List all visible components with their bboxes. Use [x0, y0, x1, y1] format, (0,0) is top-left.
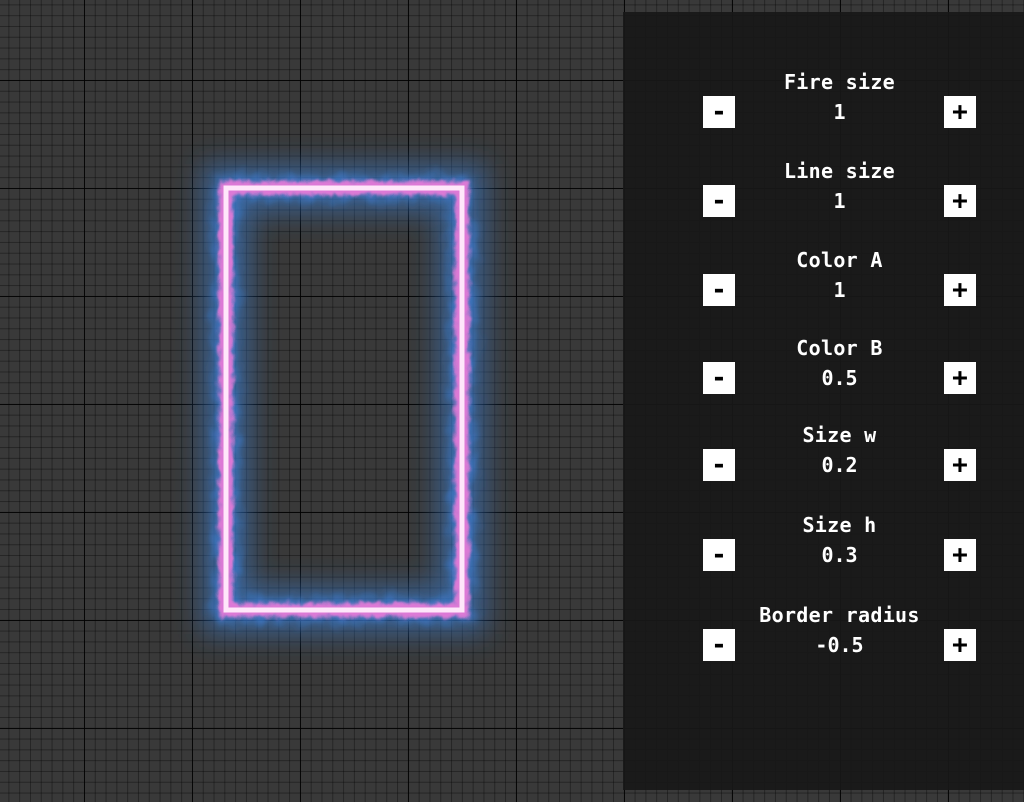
- control-size-w: Size w - 0.2 +: [703, 423, 976, 483]
- control-value: -0.5: [815, 633, 864, 657]
- control-value: 1: [833, 100, 846, 124]
- control-label: Color A: [796, 248, 883, 272]
- increase-button[interactable]: +: [944, 96, 976, 128]
- control-size-h: Size h - 0.3 +: [703, 513, 976, 573]
- increase-button[interactable]: +: [944, 449, 976, 481]
- control-line-size: Line size - 1 +: [703, 159, 976, 219]
- decrease-button[interactable]: -: [703, 274, 735, 306]
- decrease-button[interactable]: -: [703, 185, 735, 217]
- control-color-b: Color B - 0.5 +: [703, 336, 976, 396]
- control-value: 0.3: [821, 543, 858, 567]
- control-value: 1: [833, 278, 846, 302]
- decrease-button[interactable]: -: [703, 629, 735, 661]
- control-label: Fire size: [783, 70, 896, 94]
- increase-button[interactable]: +: [944, 185, 976, 217]
- control-label: Line size: [783, 159, 896, 183]
- outer-blue-glow: [202, 164, 486, 634]
- decrease-button[interactable]: -: [703, 449, 735, 481]
- increase-button[interactable]: +: [944, 539, 976, 571]
- bright-core-line: [223, 185, 465, 613]
- control-value: 1: [833, 189, 846, 213]
- settings-panel: Fire size - 1 + Line size - 1 + Color A …: [623, 12, 1024, 790]
- increase-button[interactable]: +: [944, 629, 976, 661]
- increase-button[interactable]: +: [944, 362, 976, 394]
- control-value: 0.5: [821, 366, 858, 390]
- decrease-button[interactable]: -: [703, 539, 735, 571]
- pink-flame-band: [219, 181, 469, 617]
- blue-flame-edge: [215, 177, 473, 621]
- decrease-button[interactable]: -: [703, 362, 735, 394]
- increase-button[interactable]: +: [944, 274, 976, 306]
- control-label: Border radius: [759, 603, 920, 627]
- control-label: Color B: [796, 336, 883, 360]
- control-value: 0.2: [821, 453, 858, 477]
- control-color-a: Color A - 1 +: [703, 248, 976, 308]
- control-label: Size w: [802, 423, 877, 447]
- decrease-button[interactable]: -: [703, 96, 735, 128]
- control-border-radius: Border radius - -0.5 +: [703, 603, 976, 663]
- control-fire-size: Fire size - 1 +: [703, 70, 976, 130]
- control-label: Size h: [802, 513, 877, 537]
